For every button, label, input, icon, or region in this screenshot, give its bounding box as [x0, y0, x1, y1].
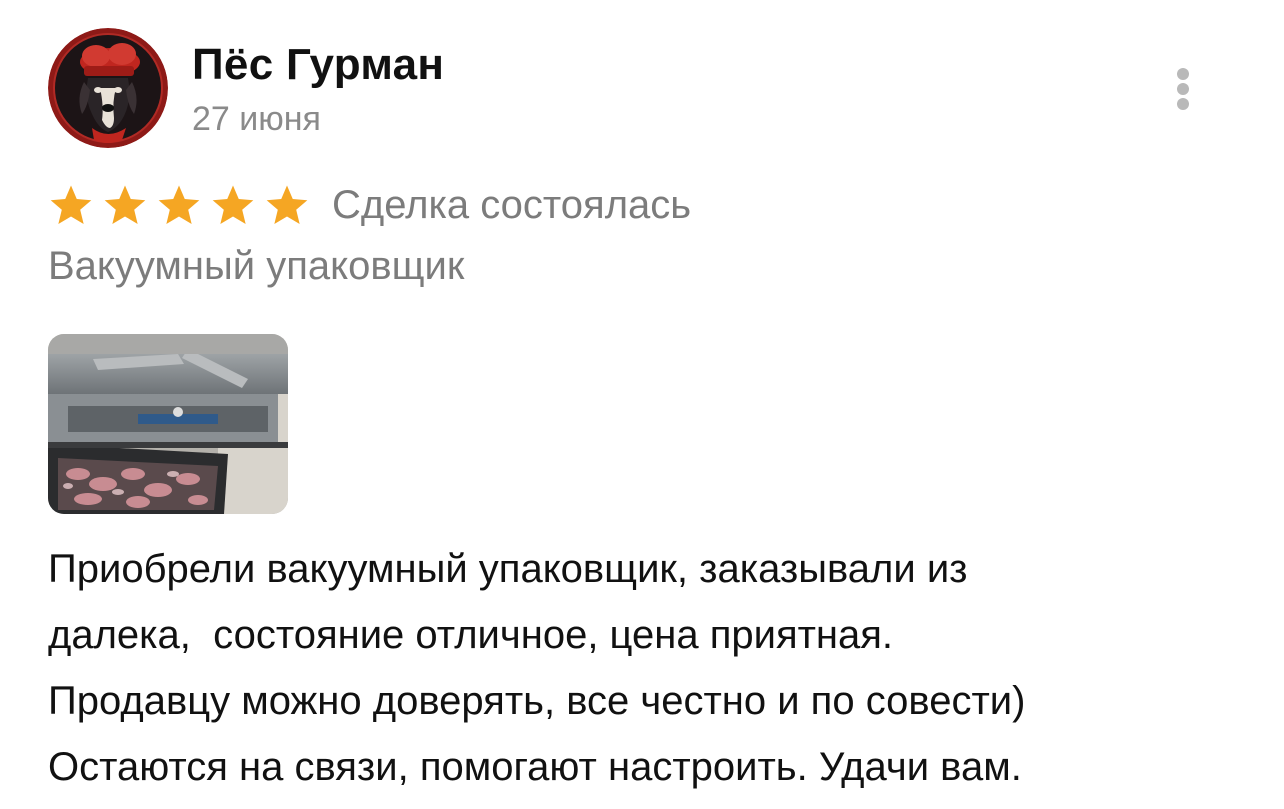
review-text-line: далека, состояние отличное, цена приятна…: [48, 613, 894, 657]
rating-row: Сделка состоялась: [48, 180, 691, 230]
review-photo[interactable]: [48, 334, 288, 514]
product-name[interactable]: Вакуумный упаковщик: [48, 244, 464, 289]
star-icon: [158, 185, 200, 224]
star-icon: [266, 185, 308, 224]
review-text-line: Остаются на связи, помогают настроить. У…: [48, 745, 1022, 789]
review-text: Приобрели вакуумный упаковщик, заказывал…: [48, 536, 1248, 800]
more-options-button[interactable]: [1168, 64, 1198, 114]
star-icon: [212, 185, 254, 224]
more-vertical-icon-dot: [1177, 83, 1189, 95]
review-text-line: Продавцу можно доверять, все честно и по…: [48, 679, 1026, 723]
review-date: 27 июня: [192, 100, 321, 138]
author-avatar[interactable]: [48, 28, 168, 148]
chef-dog-avatar-icon: [48, 28, 168, 148]
more-vertical-icon: [1177, 68, 1189, 80]
author-name[interactable]: Пёс Гурман: [192, 40, 444, 90]
star-icon: [104, 185, 146, 224]
star-icon: [50, 185, 92, 224]
vacuum-packer-photo-icon: [48, 334, 288, 514]
review-text-line: Приобрели вакуумный упаковщик, заказывал…: [48, 547, 968, 591]
more-vertical-icon-dot: [1177, 98, 1189, 110]
star-rating: [48, 182, 310, 228]
deal-status-text: Сделка состоялась: [332, 182, 692, 227]
